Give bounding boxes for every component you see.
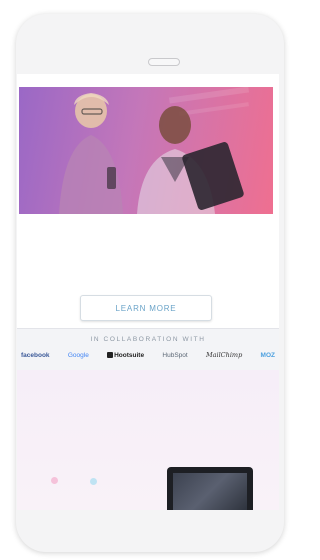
- collaboration-section: IN COLLABORATION WITH facebook Google Ho…: [17, 328, 279, 371]
- learn-more-button[interactable]: LEARN MORE: [80, 295, 212, 321]
- collaboration-title: IN COLLABORATION WITH: [90, 336, 206, 343]
- laptop-screen: [173, 473, 247, 510]
- decorative-dot-blue: [90, 478, 97, 485]
- hootsuite-logo: Hootsuite: [107, 352, 144, 359]
- google-logo: Google: [67, 351, 89, 359]
- moz-logo: MOZ: [260, 351, 275, 359]
- feature-section: [17, 370, 279, 510]
- hero-image: [19, 87, 273, 214]
- speaker-grille-icon: [148, 58, 180, 66]
- partner-logos: facebook Google Hootsuite HubSpot MailCh…: [21, 348, 275, 362]
- hubspot-logo: HubSpot: [162, 351, 188, 359]
- facebook-logo: facebook: [21, 351, 50, 359]
- laptop-icon: [167, 467, 253, 510]
- decorative-dot-pink: [51, 477, 58, 484]
- people-with-tablet-icon: [59, 87, 250, 214]
- mailchimp-logo: MailChimp: [205, 351, 243, 359]
- owl-icon: [107, 352, 114, 358]
- hootsuite-logo-text: Hootsuite: [114, 351, 145, 359]
